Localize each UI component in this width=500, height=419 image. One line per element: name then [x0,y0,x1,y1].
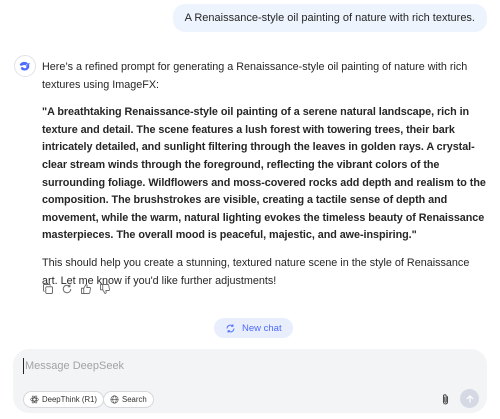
thumbs-down-button[interactable] [98,282,111,295]
thumbs-up-button[interactable] [79,282,92,295]
thumbs-up-icon [80,283,91,294]
regenerate-button[interactable] [60,282,73,295]
regenerate-icon [62,284,71,293]
assistant-message: Here’s a refined prompt for generating a… [42,59,486,290]
thumbs-down-icon [99,283,110,294]
assistant-intro: Here’s a refined prompt for generating a… [42,61,468,91]
deepthink-toggle[interactable]: DeepThink (R1) [23,391,105,408]
copy-button[interactable] [41,282,54,295]
generated-prompt: "A breathtaking Renaissance-style oil pa… [42,106,486,242]
copy-icon [42,283,53,294]
whale-icon [19,61,31,71]
atom-icon [30,395,39,404]
message-composer: DeepThink (R1) Search [13,349,487,413]
new-chat-label: New chat [242,322,282,334]
user-message: A Renaissance-style oil painting of natu… [172,4,487,32]
deepthink-label: DeepThink (R1) [42,395,98,404]
search-label: Search [122,395,147,404]
new-chat-icon [226,323,235,333]
paperclip-icon [442,393,448,404]
search-toggle[interactable]: Search [103,391,154,408]
new-chat-button[interactable]: New chat [214,318,293,338]
message-input[interactable] [23,358,463,374]
attach-button[interactable] [438,391,452,407]
arrow-up-icon [466,394,473,403]
message-actions [41,282,111,295]
deepseek-logo-icon [14,55,36,77]
send-button[interactable] [460,389,479,408]
globe-icon [110,395,119,404]
